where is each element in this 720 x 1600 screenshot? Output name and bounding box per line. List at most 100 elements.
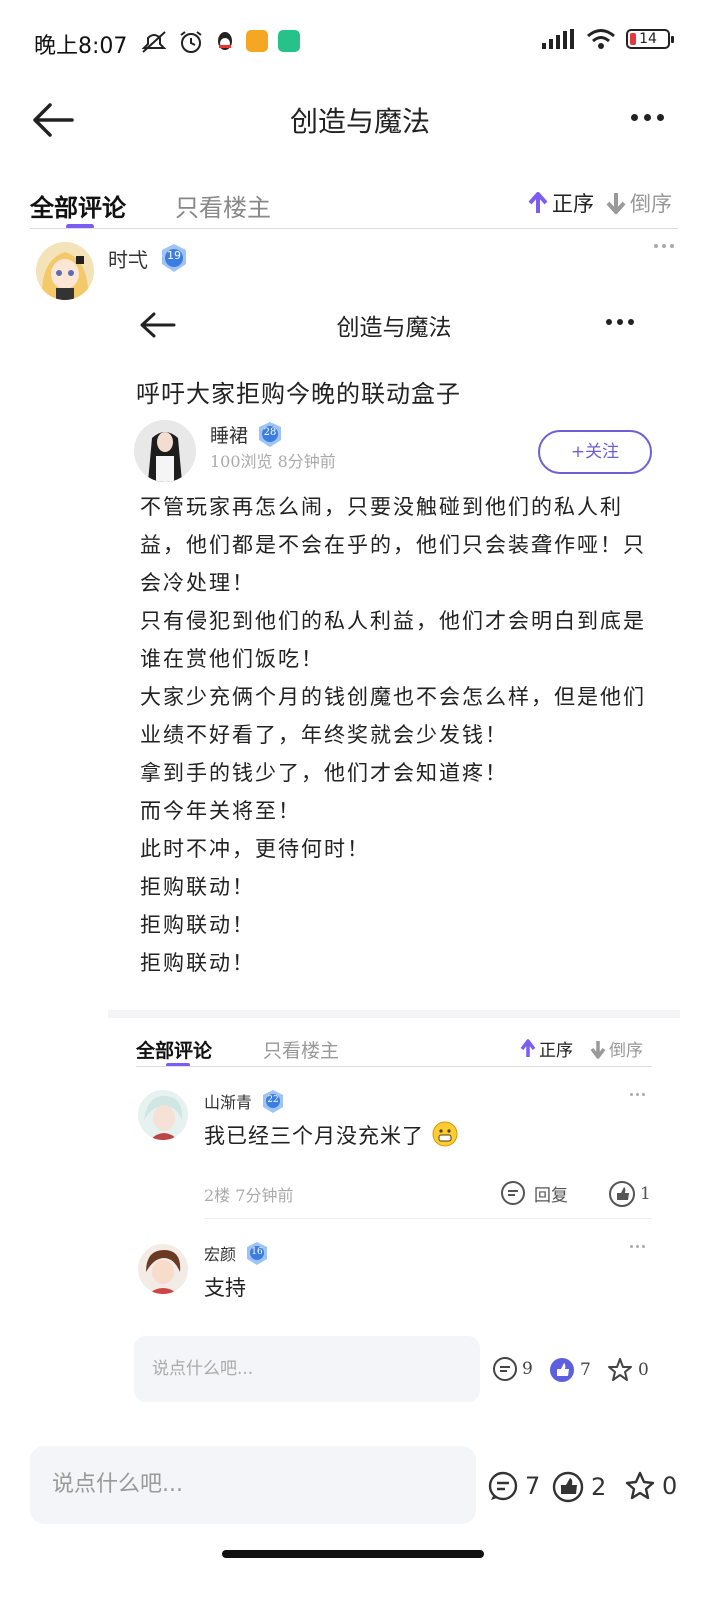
- liked-icon: [550, 1358, 574, 1382]
- page-title: 创造与魔法: [289, 105, 430, 138]
- embed-favorite-count-value: 0: [638, 1360, 649, 1380]
- favorite-button[interactable]: 0: [624, 1470, 677, 1502]
- comment-bubble-icon: [488, 1471, 518, 1501]
- body-paragraph: 不管玩家再怎么闹，只要没触碰到他们的私人利益，他们都是不会在乎的，他们只会装聋作…: [140, 495, 646, 595]
- embed-tab-op-only: 只看楼主: [263, 1040, 340, 1062]
- qq-icon: [218, 32, 232, 50]
- embed-like-button: 1: [608, 1180, 651, 1208]
- arrow-down-icon: [606, 193, 626, 214]
- level-number: 19: [167, 249, 181, 262]
- tabs-divider: [30, 228, 678, 229]
- like-icon: [609, 1181, 635, 1207]
- embed-commenter-avatar: [138, 1090, 188, 1140]
- like-icon: [552, 1471, 584, 1503]
- comment-count: 7: [525, 1472, 541, 1500]
- comment-user: 时弌 19: [108, 242, 190, 274]
- embed-tab-all-comments: 全部评论: [136, 1040, 213, 1062]
- embed-author-badge: 28: [256, 420, 284, 448]
- embed-comment-divider: [204, 1218, 652, 1219]
- status-time: 晚上8:07: [34, 34, 128, 59]
- arrow-up-icon: [528, 192, 548, 213]
- user-name[interactable]: 时弌: [108, 244, 148, 273]
- body-paragraph: 只有侵犯到他们的私人利益，他们才会明白到底是谁在赏他们饭吃！: [140, 609, 646, 671]
- wifi-icon: [587, 29, 615, 49]
- avatar[interactable]: [36, 242, 94, 300]
- embed-commenter-name: 宏颜: [204, 1245, 237, 1264]
- embed-author-avatar: [134, 420, 196, 482]
- embed-post-meta: 100浏览 8分钟前: [210, 452, 336, 471]
- embed-author-level: 28: [263, 427, 277, 438]
- embed-comment-1-header: 山渐青 22: [204, 1088, 286, 1114]
- like-button[interactable]: 2: [551, 1470, 606, 1504]
- embed-commenter-badge: 16: [244, 1240, 270, 1266]
- arrow-down-icon: [590, 1040, 606, 1059]
- comment-input[interactable]: 说点什么吧...: [30, 1446, 476, 1524]
- embed-section-gap: [108, 1010, 680, 1018]
- embed-post-body: 不管玩家再怎么闹，只要没触碰到他们的私人利益，他们都是不会在乎的，他们只会装聋作…: [140, 488, 660, 982]
- embed-like-count: 1: [640, 1184, 651, 1204]
- sort-descending-button[interactable]: 倒序: [606, 188, 672, 218]
- body-paragraph: 拿到手的钱少了，他们才会知道疼！: [140, 761, 508, 785]
- embed-commenter-avatar: [138, 1244, 188, 1294]
- embedded-screenshot[interactable]: 创造与魔法 呼吁大家拒购今晚的联动盒子 睡裙 28 100浏览 8分钟前 +关注…: [108, 290, 680, 1410]
- embed-reply-label: 回复: [534, 1185, 568, 1206]
- body-paragraph: 拒购联动！: [140, 875, 255, 899]
- comments-button[interactable]: 7: [487, 1470, 540, 1502]
- embed-author-row: 睡裙 28: [210, 420, 284, 448]
- embed-comment-2-header: 宏颜 16: [204, 1240, 270, 1266]
- embed-comment-text: 支持: [204, 1276, 246, 1300]
- mute-icon: [141, 31, 167, 53]
- tab-op-only[interactable]: 只看楼主: [175, 188, 271, 223]
- battery-level: 14: [639, 31, 657, 47]
- body-paragraph: 而今年关将至！: [140, 799, 301, 823]
- star-icon: [625, 1471, 655, 1500]
- embed-commenter-name: 山渐青: [204, 1093, 253, 1112]
- level-badge: 19: [158, 242, 190, 274]
- embed-sort-descending-label: 倒序: [609, 1041, 643, 1061]
- grin-emoji-icon: [432, 1121, 458, 1147]
- home-indicator[interactable]: [222, 1550, 484, 1558]
- embed-comment-more-icon: [630, 1245, 645, 1248]
- favorite-count: 0: [662, 1472, 678, 1500]
- embed-sort-ascending: 正序: [520, 1036, 573, 1061]
- embed-author-name: 睡裙: [210, 424, 249, 447]
- embed-tabs-divider: [136, 1066, 652, 1067]
- comment-bubble-icon: [493, 1357, 517, 1381]
- body-paragraph: 拒购联动！: [140, 951, 255, 975]
- girl-avatar-icon: [134, 420, 196, 482]
- anime-girl-avatar-icon: [36, 242, 94, 300]
- status-right: 14: [542, 28, 674, 50]
- embed-more-icon: [606, 319, 634, 325]
- arrow-up-icon: [520, 1038, 536, 1057]
- sort-ascending-button[interactable]: 正序: [528, 188, 594, 218]
- sort-ascending-label: 正序: [552, 192, 594, 216]
- embed-comment-input: 说点什么吧...: [134, 1336, 480, 1402]
- boy-avatar-icon: [138, 1244, 188, 1294]
- notes-app-icon: [246, 30, 268, 52]
- embed-favorite-count: 0: [606, 1356, 649, 1384]
- embed-comment-meta: 2楼 7分钟前: [204, 1186, 294, 1205]
- comment-more-button[interactable]: [654, 244, 674, 248]
- security-app-icon: [278, 30, 300, 52]
- embed-sort-descending: 倒序: [590, 1036, 643, 1061]
- more-options-button[interactable]: [631, 114, 664, 121]
- alarm-icon: [180, 31, 202, 53]
- embed-commenter-level: 16: [251, 1247, 263, 1257]
- body-paragraph: 拒购联动！: [140, 913, 255, 937]
- signal-icon: [542, 29, 574, 49]
- embed-commenter-level: 22: [267, 1095, 279, 1105]
- embed-page-title: 创造与魔法: [336, 315, 452, 341]
- sort-descending-label: 倒序: [630, 192, 672, 216]
- embed-follow-button: +关注: [538, 430, 652, 474]
- embed-reply-button: 回复: [500, 1180, 568, 1206]
- embed-comment-count: 9: [492, 1356, 533, 1382]
- embed-comment-count-value: 9: [522, 1359, 533, 1379]
- embed-sort-ascending-label: 正序: [539, 1041, 573, 1061]
- star-icon: [608, 1358, 632, 1381]
- embed-post-title: 呼吁大家拒购今晚的联动盒子: [136, 380, 461, 408]
- embed-like-count-value: 7: [580, 1360, 591, 1380]
- embed-comment-text: 我已经三个月没充米了: [204, 1120, 458, 1150]
- tab-all-comments[interactable]: 全部评论: [30, 188, 126, 223]
- embed-commenter-badge: 22: [260, 1088, 286, 1114]
- character-avatar-icon: [138, 1090, 188, 1140]
